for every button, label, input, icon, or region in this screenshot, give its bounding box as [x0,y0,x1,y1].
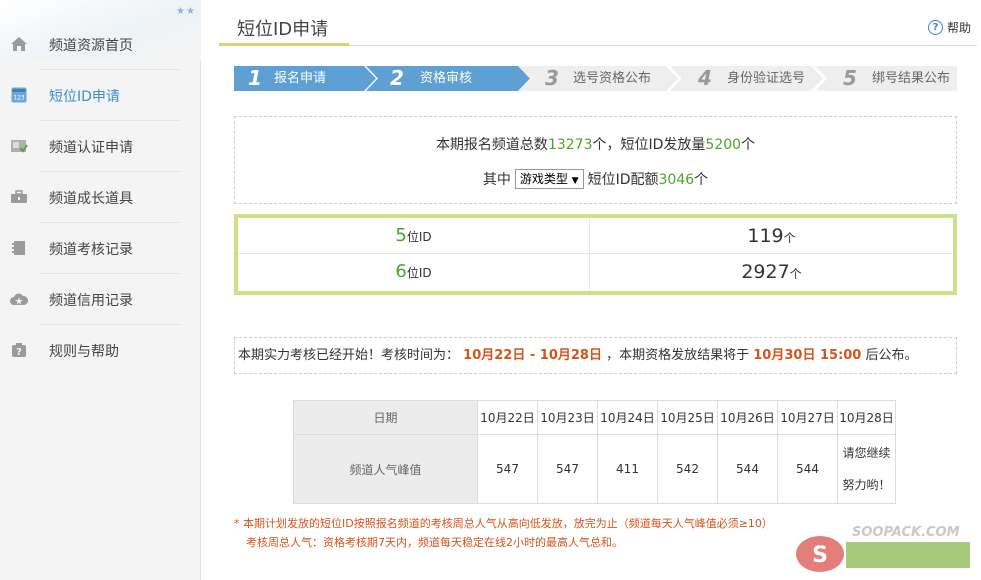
cloud-star-icon [10,290,28,308]
issued-value: 5200 [705,137,742,153]
step-label: 绑号结果公布 [872,71,951,86]
svg-text:123: 123 [13,95,25,102]
step-label: 选号资格公布 [573,71,652,86]
quota-id-length: 5位ID [238,218,590,254]
category-select[interactable]: 游戏类型 ▼ [514,168,584,189]
encouragement-cell: 请您继续 努力哟！ [837,434,896,504]
quota-count: 2927个 [741,261,802,283]
assessment-period: 10月22日 - 10月28日 [463,348,602,363]
quota-row: 6位ID 2927个 [238,254,953,290]
sidebar-item-short-id-apply[interactable]: 123 短位ID申请 [0,70,201,121]
date-cell: 10月23日 [537,400,598,435]
summary-line-total: 本期报名频道总数13273个，短位ID发放量5200个 [435,137,756,153]
quota-count: 119个 [747,225,796,247]
svg-text:SOOPACK.COM: SOOPACK.COM [852,525,960,540]
page-title: 短位ID申请 [237,19,329,40]
date-cell: 10月28日 [837,400,896,435]
date-cell: 10月22日 [477,400,538,435]
help-link[interactable]: ? 帮助 [927,19,971,36]
dropdown-arrow-icon: ▼ [571,175,579,186]
value-cell: 542 [657,434,718,504]
date-header: 日期 [293,400,478,435]
help-label: 帮助 [946,21,971,35]
summary-line-quota: 其中 游戏类型 ▼ 短位ID配额3046个 [235,168,956,189]
date-cell: 10月25日 [657,400,718,435]
step-progress: 1 报名申请 2 资格审核 3 选号资格公布 4 身份验证选号 5 绑号结果公布 [234,66,957,91]
step-label: 身份验证选号 [727,71,806,86]
sidebar: ★★ 频道资源首页 123 短位ID申请 频道认证申请 频道成长道具 频道考核记… [0,0,201,580]
value-cell: 544 [717,434,778,504]
table-row: 频道人气峰值 547 547 411 542 544 544 请您继续 努力哟！ [293,434,896,504]
quota-value: 3046 [658,172,695,188]
main-content: 短位ID申请 ? 帮助 1 报名申请 2 资格审核 3 选号资格公布 4 身份验… [201,0,981,580]
table-row: 日期 10月22日 10月23日 10月24日 10月25日 10月26日 10… [293,400,896,435]
total-channels-value: 13273 [547,137,593,153]
id-card-icon: 123 [10,86,28,104]
step-number: 4 [698,66,712,90]
sidebar-item-label: 频道成长道具 [49,191,133,207]
step-label: 资格审核 [420,71,473,86]
quota-id-length: 6位ID [238,254,590,290]
footnote: * 本期计划发放的短位ID按照报名频道的考核周总人气从高向低发放，放完为止（频道… [234,514,773,552]
sidebar-item-label: 频道信用记录 [49,293,133,309]
sidebar-item-label: 频道考核记录 [49,242,133,258]
value-cell: 547 [477,434,538,504]
summary-box: 本期报名频道总数13273个，短位ID发放量5200个 其中 游戏类型 ▼ 短位ID… [234,116,957,204]
sidebar-item-channel-assessment[interactable]: 频道考核记录 [0,223,201,274]
toolbox-icon [10,188,28,206]
value-cell: 411 [597,434,658,504]
value-cell: 544 [777,434,838,504]
watermark-logo: S SOOPACK.COM [790,516,978,578]
daily-popularity-table: 日期 10月22日 10月23日 10月24日 10月25日 10月26日 10… [293,400,896,504]
sidebar-item-label: 规则与帮助 [49,344,119,360]
step-number: 1 [248,66,262,90]
question-icon: ? [927,20,943,35]
date-cell: 10月27日 [777,400,838,435]
home-icon [10,35,28,53]
result-time: 10月30日 15:00 [753,348,862,363]
svg-text:S: S [812,543,828,568]
svg-text:?: ? [16,347,22,358]
stars-icon: ★★ [176,6,196,17]
notebook-icon [10,239,28,257]
sidebar-item-rules-help[interactable]: ? 规则与帮助 [0,325,201,376]
sidebar-item-label: 短位ID申请 [49,89,120,105]
step-label: 报名申请 [274,71,327,86]
sidebar-item-label: 频道认证申请 [49,140,133,156]
help-box-icon: ? [10,341,28,359]
peak-value-header: 频道人气峰值 [293,434,478,504]
title-bar: 短位ID申请 ? 帮助 [219,0,977,46]
footnote-line: 考核周总人气：资格考核期7天内，频道每天稳定在线2小时的最高人气总和。 [246,536,623,549]
date-cell: 10月24日 [597,400,658,435]
quota-row: 5位ID 119个 [238,218,953,254]
step-number: 5 [843,66,857,90]
certificate-icon [10,137,28,155]
step-number: 3 [545,66,559,90]
sidebar-item-channel-growth-tools[interactable]: 频道成长道具 [0,172,201,223]
sidebar-item-label: 频道资源首页 [49,38,133,54]
sidebar-item-channel-home[interactable]: 频道资源首页 [0,19,201,70]
sidebar-item-channel-certification[interactable]: 频道认证申请 [0,121,201,172]
value-cell: 547 [537,434,598,504]
date-cell: 10月26日 [717,400,778,435]
assessment-notice: 本期实力考核已经开始！考核时间为： 10月22日 - 10月28日 ，本期资格发… [234,337,957,374]
sidebar-item-channel-credit[interactable]: 频道信用记录 [0,274,201,325]
sidebar-nav: 频道资源首页 123 短位ID申请 频道认证申请 频道成长道具 频道考核记录 频… [0,19,201,376]
step-number: 2 [390,66,404,90]
quota-table: 5位ID 119个 6位ID 2927个 [234,214,957,295]
footnote-line: * 本期计划发放的短位ID按照报名频道的考核周总人气从高向低发放，放完为止（频道… [234,517,773,530]
title-underline [219,43,349,46]
